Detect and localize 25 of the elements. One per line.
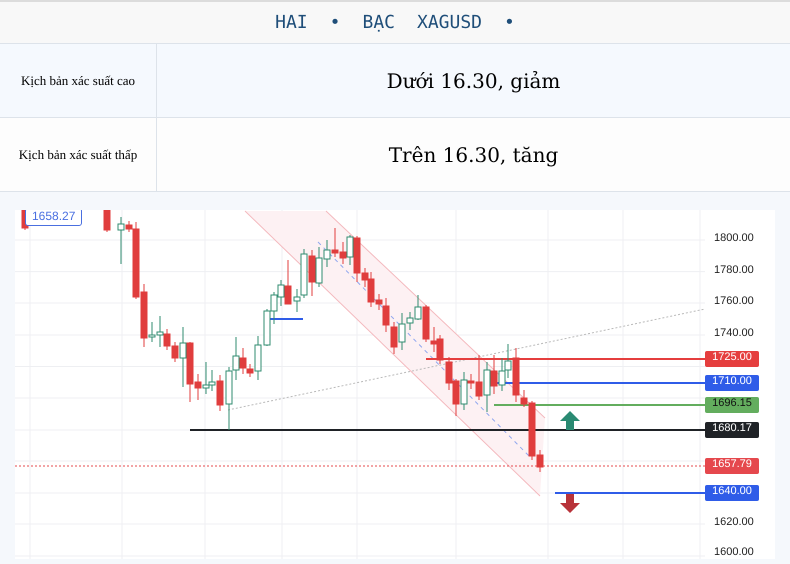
price-tag: 1640.00 [705,485,759,501]
header-title-text: HAI [275,12,308,33]
scenario-value: Trên 16.30, tăng [388,142,560,168]
price-tag: 1696.15 [705,397,759,413]
price-tag: 1725.00 [705,351,759,367]
header-title-text: • [330,12,340,33]
price-tag: 1710.00 [705,375,759,391]
price-badge: 1658.27 [25,210,82,226]
axis-label: 1780.00 [714,264,754,278]
scenario-label: Kịch bản xác suất cao [0,44,157,117]
axis-label: 1600.00 [714,546,754,559]
axis-label: 1800.00 [714,232,754,246]
candlestick [104,210,110,232]
down-arrow-icon [560,494,580,513]
up-arrow-icon [560,411,580,430]
header-title-text: • [504,12,515,33]
price-tag: 1657.79 [705,458,759,474]
axis-label: 1620.00 [714,516,754,530]
price-tag: 1680.17 [705,422,759,438]
header-title-text: BẠC [362,12,395,33]
axis-label: 1740.00 [714,327,754,341]
scenario-label: Kịch bản xác suất thấp [0,118,157,191]
scenario-value: Dưới 16.30, giảm [386,68,562,94]
axis-label: 1760.00 [714,295,754,309]
header-title-text: XAGUSD [417,12,482,33]
